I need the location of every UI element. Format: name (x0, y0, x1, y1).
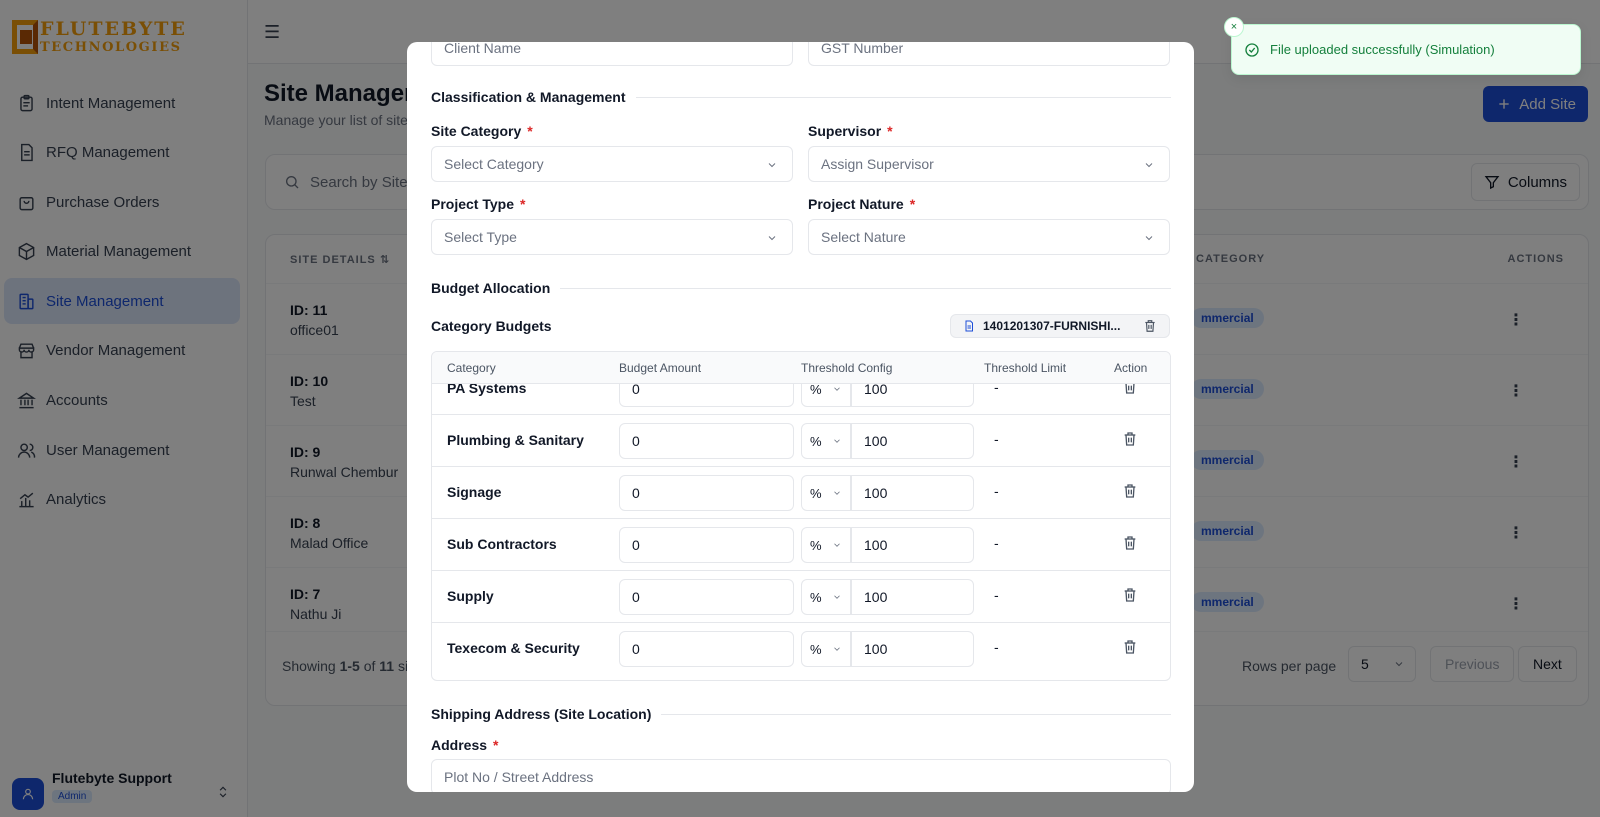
column-header-category: Category (447, 361, 496, 375)
budget-amount-input[interactable]: 0 (619, 631, 794, 667)
threshold-value-input[interactable]: 100 (851, 631, 974, 667)
table-row: Sub Contractors 0 % 100 - (432, 519, 1170, 571)
address-label: Address * (431, 737, 499, 753)
budget-amount-input[interactable]: 0 (619, 579, 794, 615)
project-nature-select[interactable]: Select Nature (808, 219, 1170, 255)
chevron-down-icon (1145, 163, 1153, 168)
category-budget-table: Category Budget Amount Threshold Config … (431, 351, 1171, 681)
budget-category: PA Systems (447, 384, 527, 396)
project-nature-label: Project Nature * (808, 196, 916, 212)
budget-category: Plumbing & Sanitary (447, 432, 584, 448)
chevron-down-icon (834, 439, 840, 443)
threshold-unit-select[interactable]: % (801, 423, 851, 459)
budget-category: Texecom & Security (447, 640, 580, 656)
check-circle-icon (1245, 42, 1259, 57)
table-row: Plumbing & Sanitary 0 % 100 - (432, 415, 1170, 467)
threshold-value-input[interactable]: 100 (851, 579, 974, 615)
trash-icon[interactable] (1122, 384, 1138, 395)
threshold-value-input[interactable]: 100 (851, 475, 974, 511)
budget-category: Sub Contractors (447, 536, 557, 552)
threshold-limit: - (994, 431, 999, 447)
column-header-action: Action (1114, 361, 1148, 375)
column-header-threshold-config: Threshold Config (801, 361, 893, 375)
chevron-down-icon (768, 163, 776, 168)
section-classification: Classification & Management (431, 87, 1171, 107)
client-name-input[interactable]: Client Name (431, 42, 793, 66)
trash-icon[interactable] (1122, 431, 1138, 447)
file-icon (965, 320, 973, 332)
site-category-select[interactable]: Select Category (431, 146, 793, 182)
category-budgets-label: Category Budgets (431, 318, 552, 334)
project-type-select[interactable]: Select Type (431, 219, 793, 255)
column-header-threshold-limit: Threshold Limit (984, 361, 1067, 375)
success-toast: File uploaded successfully (Simulation) (1231, 24, 1581, 75)
table-row: PA Systems 0 % 100 - (432, 384, 1170, 415)
chevron-down-icon (834, 543, 840, 547)
threshold-limit: - (994, 483, 999, 499)
table-row: Texecom & Security 0 % 100 - (432, 623, 1170, 675)
threshold-unit-select[interactable]: % (801, 527, 851, 563)
chevron-down-icon (1145, 236, 1153, 241)
threshold-limit: - (994, 587, 999, 603)
supervisor-label: Supervisor * (808, 123, 893, 139)
budget-amount-input[interactable]: 0 (619, 423, 794, 459)
table-row: Supply 0 % 100 - (432, 571, 1170, 623)
table-row: Signage 0 % 100 - (432, 467, 1170, 519)
threshold-value-input[interactable]: 100 (851, 527, 974, 563)
uploaded-file-chip: 1401201307-FURNISHI... (950, 314, 1170, 338)
threshold-value-input[interactable]: 100 (851, 384, 974, 407)
chevron-down-icon (834, 491, 840, 495)
site-category-label: Site Category * (431, 123, 533, 139)
trash-icon[interactable] (1143, 319, 1157, 333)
threshold-unit-select[interactable]: % (801, 384, 851, 407)
project-type-label: Project Type * (431, 196, 526, 212)
threshold-unit-select[interactable]: % (801, 579, 851, 615)
supervisor-select[interactable]: Assign Supervisor (808, 146, 1170, 182)
budget-amount-input[interactable]: 0 (619, 527, 794, 563)
threshold-unit-select[interactable]: % (801, 631, 851, 667)
trash-icon[interactable] (1122, 587, 1138, 603)
threshold-unit-select[interactable]: % (801, 475, 851, 511)
address-input[interactable]: Plot No / Street Address (431, 759, 1171, 792)
budget-table-body[interactable]: PA Systems 0 % 100 - Plumbing & Sanitary… (432, 384, 1170, 680)
budget-amount-input[interactable]: 0 (619, 384, 794, 407)
chevron-down-icon (834, 647, 840, 651)
trash-icon[interactable] (1122, 535, 1138, 551)
column-header-budget-amount: Budget Amount (619, 361, 702, 375)
budget-table-header: Category Budget Amount Threshold Config … (432, 352, 1170, 384)
threshold-limit: - (994, 535, 999, 551)
uploaded-file-name: 1401201307-FURNISHI... (983, 319, 1121, 333)
section-budget: Budget Allocation (431, 278, 1171, 298)
trash-icon[interactable] (1122, 483, 1138, 499)
threshold-limit: - (994, 639, 999, 655)
chevron-down-icon (834, 595, 840, 599)
threshold-limit: - (994, 384, 999, 395)
budget-category: Supply (447, 588, 494, 604)
gst-number-input[interactable]: GST Number (808, 42, 1170, 66)
site-form-modal: Client Name GST Number Classification & … (407, 42, 1194, 792)
chevron-down-icon (768, 236, 776, 241)
budget-amount-input[interactable]: 0 (619, 475, 794, 511)
budget-category: Signage (447, 484, 502, 500)
threshold-value-input[interactable]: 100 (851, 423, 974, 459)
toast-close-button[interactable]: × (1224, 17, 1244, 37)
trash-icon[interactable] (1122, 639, 1138, 655)
chevron-down-icon (834, 387, 840, 391)
section-shipping-address: Shipping Address (Site Location) (431, 704, 1171, 724)
toast-message: File uploaded successfully (Simulation) (1270, 42, 1495, 57)
